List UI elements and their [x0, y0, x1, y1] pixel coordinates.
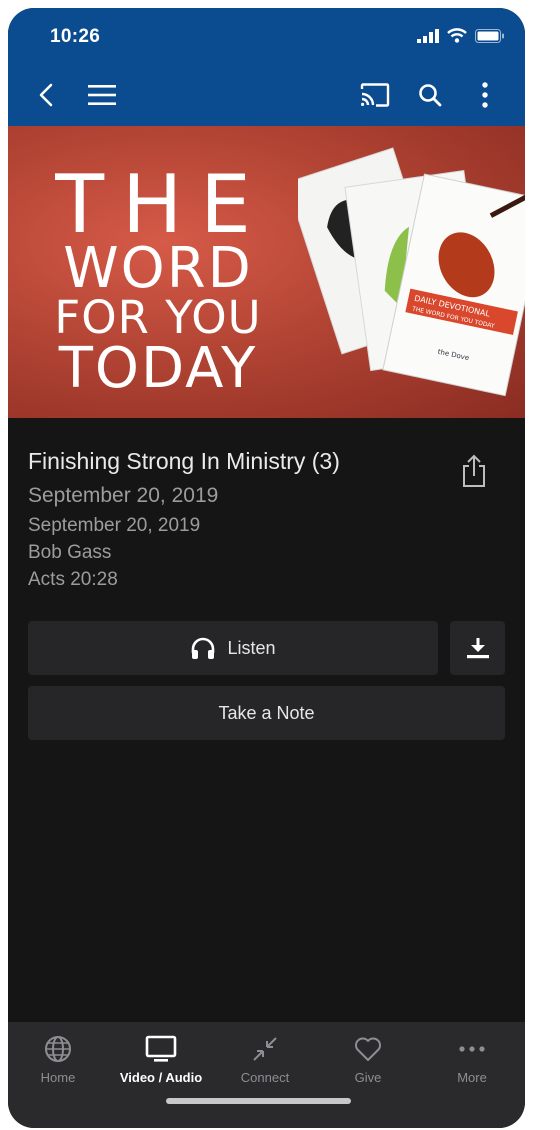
connect-icon [253, 1037, 277, 1061]
episode-detail: Finishing Strong In Ministry (3) Septemb… [8, 418, 525, 1032]
status-time: 10:26 [50, 26, 101, 47]
episode-reference: Acts 20:28 [28, 569, 118, 590]
download-button[interactable] [450, 621, 505, 675]
tab-label-video-audio: Video / Audio [119, 1070, 203, 1085]
menu-button[interactable] [85, 78, 119, 112]
battery-icon [475, 28, 504, 43]
devotional-cards-illustration: DAILY DEVOTIONAL THE WORD FOR YOU TODAY … [298, 147, 525, 397]
back-icon [39, 83, 53, 107]
tv-icon [145, 1035, 177, 1062]
hero-banner: THE WORD FOR YOU TODAY DAILY DEVOTIONAL … [8, 126, 525, 418]
status-icons [417, 28, 505, 43]
tab-connect[interactable]: Connect [215, 1032, 315, 1085]
tab-more[interactable]: More [422, 1032, 522, 1085]
take-note-button[interactable]: Take a Note [28, 686, 505, 740]
search-icon [419, 84, 442, 107]
cast-button[interactable] [358, 78, 392, 112]
episode-date-secondary: September 20, 2019 [28, 515, 201, 536]
more-vert-icon [482, 82, 488, 108]
signal-icon [417, 28, 439, 43]
listen-button[interactable]: Listen [28, 621, 438, 675]
more-horiz-icon [459, 1046, 485, 1052]
tab-label-connect: Connect [240, 1070, 290, 1085]
menu-icon [88, 85, 116, 105]
home-indicator[interactable] [166, 1098, 351, 1104]
status-bar: 10:26 [8, 8, 525, 64]
tab-give[interactable]: Give [318, 1032, 418, 1085]
tab-label-more: More [457, 1070, 487, 1085]
tab-bar: Home Video / Audio Connect Give More [8, 1022, 525, 1128]
back-button[interactable] [29, 78, 63, 112]
episode-title: Finishing Strong In Ministry (3) [28, 448, 340, 474]
tab-label-give: Give [354, 1070, 382, 1085]
tab-label-home: Home [40, 1070, 76, 1085]
cast-icon [360, 83, 390, 107]
more-options-button[interactable] [468, 78, 502, 112]
download-icon [466, 638, 489, 659]
tab-video-audio[interactable]: Video / Audio [111, 1032, 211, 1085]
wifi-icon [447, 28, 467, 43]
globe-icon [45, 1036, 71, 1062]
episode-author: Bob Gass [28, 542, 112, 563]
episode-date-primary: September 20, 2019 [28, 484, 219, 507]
phone-screen: 10:26 THE WORD FOR YOU TODAY DAILY DEVOT… [8, 8, 525, 1128]
share-icon [463, 454, 485, 487]
tab-home[interactable]: Home [8, 1032, 108, 1085]
take-note-label: Take a Note [218, 702, 315, 723]
heart-icon [355, 1037, 381, 1061]
listen-label: Listen [227, 637, 276, 658]
hero-line-4: TODAY [58, 336, 258, 401]
share-button[interactable] [461, 454, 491, 488]
app-bar [8, 64, 525, 126]
headphones-icon [192, 637, 215, 659]
search-button[interactable] [413, 78, 447, 112]
